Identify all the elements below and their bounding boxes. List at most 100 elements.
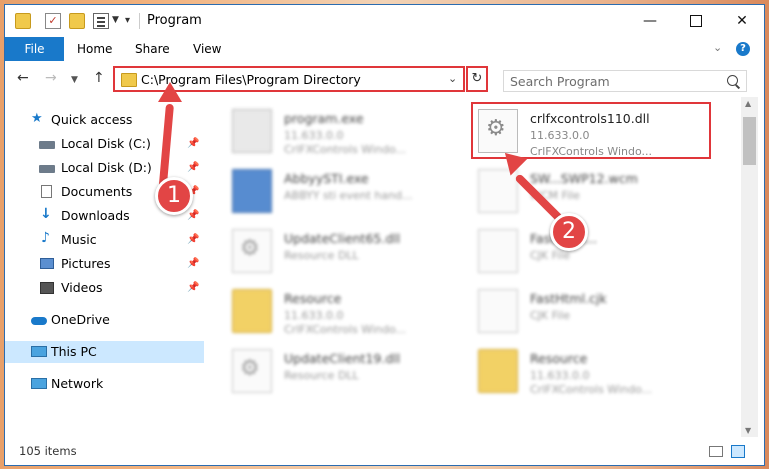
scroll-down-icon[interactable]: ▼ — [745, 426, 751, 435]
recent-locations-icon[interactable]: ▼ — [71, 75, 78, 85]
scrollbar-thumb[interactable] — [743, 117, 756, 165]
sidebar-item-quick-access[interactable]: ★ Quick access — [5, 109, 204, 131]
file-item[interactable]: FastHtml... CJK File — [478, 225, 728, 283]
maximize-icon — [690, 15, 702, 27]
sidebar-item-label: Music — [61, 232, 97, 247]
folder-icon — [232, 289, 272, 333]
network-icon — [31, 378, 47, 389]
sidebar-item-onedrive[interactable]: OneDrive — [5, 309, 204, 331]
navigation-pane: ★ Quick access Local Disk (C:) 📌 Local D… — [5, 97, 204, 437]
file-item[interactable]: Resource 11.633.0.0 CrlFXControls Windo.… — [478, 345, 728, 403]
file-description: CrlFXControls Windo... — [530, 383, 652, 396]
item-count: 105 items — [19, 444, 77, 458]
document-icon — [478, 169, 518, 213]
step-badge-2: 2 — [550, 213, 588, 251]
chevron-down-icon[interactable]: ▼ — [112, 15, 119, 25]
forward-button[interactable]: → — [45, 70, 57, 86]
maximize-button[interactable] — [673, 5, 719, 37]
window-title: Program — [147, 13, 202, 28]
large-icons-view-icon[interactable] — [731, 445, 745, 458]
customize-toolbar-icon[interactable]: ▾ — [125, 15, 130, 26]
pin-icon[interactable]: 📌 — [187, 234, 199, 245]
search-icon — [727, 75, 738, 86]
explorer-window: ✓ ▼ ▾ Program — ✕ File Home Share View ⌄… — [4, 4, 765, 466]
tab-file[interactable]: File — [5, 37, 64, 61]
arrow-head-1 — [158, 82, 182, 102]
pin-icon[interactable]: 📌 — [187, 282, 199, 293]
step-badge-1: 1 — [155, 177, 193, 215]
file-description: CrlFXControls Windo... — [284, 143, 406, 156]
sidebar-item-videos[interactable]: Videos 📌 — [5, 277, 204, 299]
file-version: 11.633.0.0 — [530, 369, 590, 382]
ribbon-tabs: File Home Share View ⌄ ? — [5, 37, 764, 62]
refresh-button[interactable]: ↻ — [466, 66, 488, 92]
scroll-up-icon[interactable]: ▲ — [745, 99, 751, 108]
tab-home[interactable]: Home — [77, 37, 112, 61]
sidebar-item-this-pc[interactable]: This PC — [5, 341, 204, 363]
vertical-scrollbar[interactable]: ▲ ▼ — [741, 97, 758, 437]
star-icon: ★ — [31, 111, 43, 126]
sidebar-item-label: Local Disk (C:) — [61, 136, 151, 151]
cloud-icon — [31, 317, 47, 325]
file-name: Resource — [530, 351, 588, 366]
sidebar-item-local-disk-c[interactable]: Local Disk (C:) 📌 — [5, 133, 204, 155]
search-input[interactable]: Search Program — [503, 70, 747, 92]
pin-icon[interactable]: 📌 — [187, 162, 199, 173]
sidebar-item-music[interactable]: ♪ Music 📌 — [5, 229, 204, 251]
sidebar-item-pictures[interactable]: Pictures 📌 — [5, 253, 204, 275]
file-item[interactable]: SW...SWP12.wcm WCM File — [478, 165, 728, 223]
file-item[interactable]: UpdateClient65.dll Resource DLL — [232, 225, 482, 283]
file-item[interactable]: UpdateClient19.dll Resource DLL — [232, 345, 482, 403]
close-button[interactable]: ✕ — [719, 5, 764, 37]
exe-icon — [232, 109, 272, 153]
pin-icon[interactable]: 📌 — [187, 258, 199, 269]
file-name: UpdateClient19.dll — [284, 351, 401, 366]
quick-access-toolbar-icon[interactable] — [93, 13, 109, 29]
folder-icon — [121, 73, 137, 87]
computer-icon — [31, 346, 47, 357]
details-view-icon[interactable] — [709, 446, 723, 457]
file-type: CJK File — [530, 249, 571, 262]
minimize-button[interactable]: — — [627, 5, 673, 37]
file-name: AbbyySTI.exe — [284, 171, 369, 186]
download-icon: ↓ — [40, 206, 52, 222]
music-icon: ♪ — [41, 230, 50, 246]
tab-share[interactable]: Share — [135, 37, 170, 61]
file-name: FastHtml.cjk — [530, 291, 607, 306]
file-item[interactable]: FastHtml.cjk CJK File — [478, 285, 728, 343]
pin-icon[interactable]: 📌 — [187, 138, 199, 149]
sidebar-item-network[interactable]: Network — [5, 373, 204, 395]
file-item[interactable]: Resource 11.633.0.0 CrlFXControls Windo.… — [232, 285, 482, 343]
pictures-icon — [40, 258, 54, 269]
file-version: 11.633.0.0 — [284, 309, 344, 322]
properties-check-icon[interactable]: ✓ — [45, 13, 61, 29]
title-separator — [139, 13, 140, 29]
sidebar-item-label: Documents — [61, 184, 133, 199]
videos-icon — [40, 282, 54, 294]
sidebar-item-label: OneDrive — [51, 312, 110, 327]
sidebar-item-label: Videos — [61, 280, 103, 295]
file-description: CrlFXControls Windo... — [284, 323, 406, 336]
file-type: Resource DLL — [284, 249, 359, 262]
file-item[interactable]: program.exe 11.633.0.0 CrlFXControls Win… — [232, 105, 482, 163]
file-name: program.exe — [284, 111, 364, 126]
back-button[interactable]: ← — [17, 70, 29, 86]
help-icon[interactable]: ? — [736, 42, 750, 56]
chevron-down-icon[interactable]: ⌄ — [448, 72, 457, 85]
sidebar-item-label: This PC — [51, 344, 97, 359]
folder-icon — [478, 349, 518, 393]
tab-view[interactable]: View — [193, 37, 221, 61]
new-folder-icon[interactable] — [69, 13, 85, 29]
folder-icon — [15, 13, 31, 29]
sidebar-item-label: Local Disk (D:) — [61, 160, 152, 175]
expand-ribbon-icon[interactable]: ⌄ — [713, 41, 722, 54]
title-bar: ✓ ▼ ▾ Program — ✕ — [5, 5, 764, 37]
file-name: UpdateClient65.dll — [284, 231, 401, 246]
sidebar-item-label: Quick access — [51, 112, 133, 127]
pin-icon[interactable]: 📌 — [187, 210, 199, 221]
file-item[interactable]: AbbyySTI.exe ABBYY sti event hand... — [232, 165, 482, 223]
file-version: 11.633.0.0 — [284, 129, 344, 142]
sidebar-item-local-disk-d[interactable]: Local Disk (D:) 📌 — [5, 157, 204, 179]
dll-gear-icon — [232, 349, 272, 393]
up-button[interactable]: ↑ — [93, 70, 105, 86]
